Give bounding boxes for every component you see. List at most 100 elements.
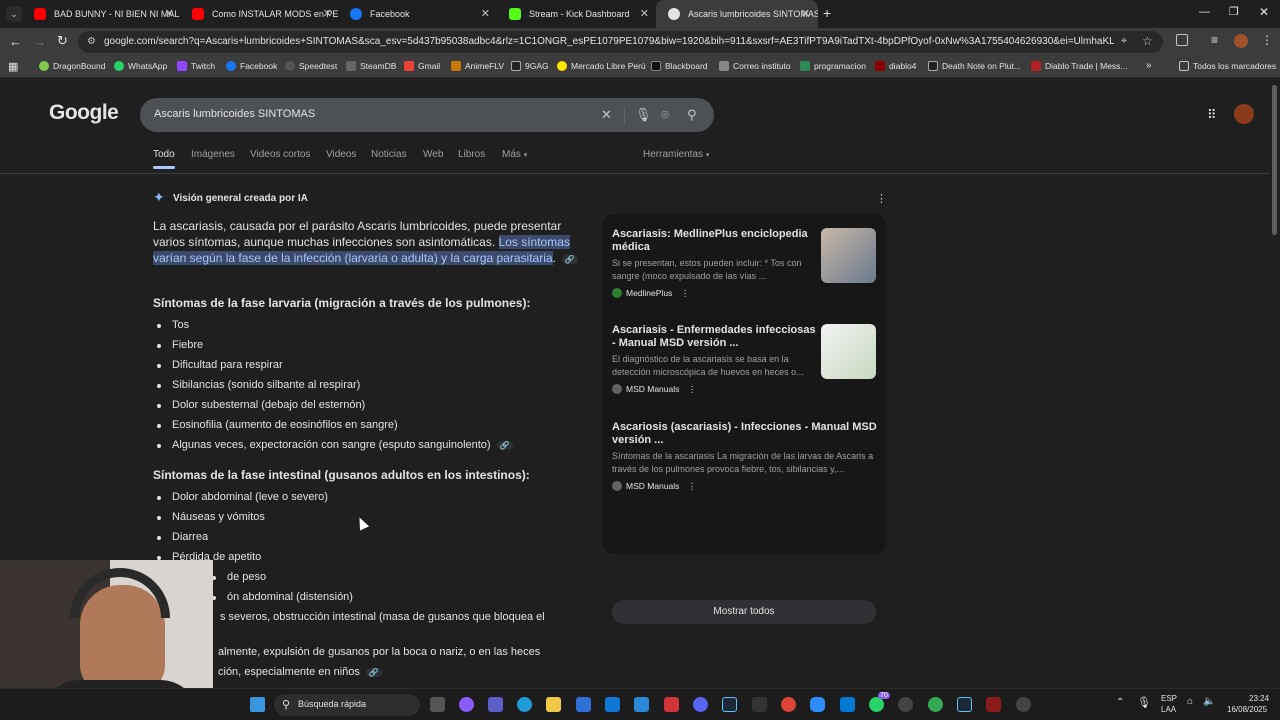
source-card-medlineplus[interactable]: Ascariasis: MedlinePlus enciclopedia méd… xyxy=(612,228,817,299)
vscode-icon[interactable] xyxy=(840,697,855,712)
source-title[interactable]: Ascariosis (ascariasis) - Infecciones - … xyxy=(612,421,877,447)
tray-chevron-icon[interactable]: ⌃ xyxy=(1116,697,1124,708)
tab-bad-bunny[interactable]: BAD BUNNY - NI BIEN NI MAL ✕ xyxy=(22,0,182,28)
scrollbar-thumb[interactable] xyxy=(1272,85,1277,235)
restore-button[interactable]: ❐ xyxy=(1229,5,1239,18)
network-icon[interactable]: ⌂ xyxy=(1187,696,1193,707)
lens-icon[interactable]: ⌾ xyxy=(661,107,669,123)
app-red-icon[interactable] xyxy=(664,697,679,712)
bookmark-speedtest[interactable]: Speedtest xyxy=(285,61,337,71)
all-bookmarks-folder[interactable]: Todos los marcadores xyxy=(1179,61,1276,71)
bookmark-9gag[interactable]: 9GAG xyxy=(511,61,549,71)
site-info-icon[interactable]: ⚙ xyxy=(87,36,96,47)
close-icon[interactable]: ✕ xyxy=(165,7,174,20)
tab-todo[interactable]: Todo xyxy=(153,149,175,160)
source-thumbnail-diagram[interactable] xyxy=(821,324,876,379)
edge-icon[interactable] xyxy=(517,697,532,712)
bookmark-star-icon[interactable]: ☆ xyxy=(1142,34,1153,48)
google-apps-icon[interactable]: ⠿ xyxy=(1207,107,1217,123)
tab-mods[interactable]: Como INSTALAR MODS en PE ✕ xyxy=(180,0,340,28)
close-icon[interactable]: ✕ xyxy=(640,7,649,20)
bookmark-diablo4[interactable]: diablo4 xyxy=(875,61,916,71)
bookmark-deathnote[interactable]: Death Note on Plut... xyxy=(928,61,1021,71)
tab-videos-cortos[interactable]: Videos cortos xyxy=(250,149,310,160)
source-title[interactable]: Ascariasis - Enfermedades infecciosas - … xyxy=(612,324,817,350)
tray-mic-icon[interactable]: 🎙 xyxy=(1137,696,1151,709)
outlook-icon[interactable] xyxy=(605,697,620,712)
source-card-msd-1[interactable]: Ascariasis - Enfermedades infecciosas - … xyxy=(612,324,817,395)
copilot-icon[interactable] xyxy=(459,697,474,712)
chrome-icon[interactable] xyxy=(781,697,796,712)
store-icon[interactable] xyxy=(576,697,591,712)
bookmark-whatsapp[interactable]: WhatsApp xyxy=(114,61,167,71)
link-icon[interactable]: 🔗 xyxy=(365,668,382,677)
tab-google-search[interactable]: Ascaris lumbricoides SINTOMAS ✕ xyxy=(656,0,818,28)
new-tab-button[interactable]: + xyxy=(823,5,831,21)
account-avatar[interactable] xyxy=(1234,104,1254,124)
reload-icon[interactable]: ↻ xyxy=(57,33,68,49)
file-explorer-icon[interactable] xyxy=(546,697,561,712)
more-options-icon[interactable]: ⋮ xyxy=(876,192,887,205)
tab-kick[interactable]: Stream - Kick Dashboard ✕ xyxy=(497,0,657,28)
forward-icon[interactable]: → xyxy=(33,34,46,49)
steam-icon[interactable] xyxy=(722,697,737,712)
windows-start-icon[interactable] xyxy=(250,697,265,712)
close-icon[interactable]: ✕ xyxy=(801,7,810,20)
app-g-icon[interactable] xyxy=(1016,697,1031,712)
bookmark-twitch[interactable]: Twitch xyxy=(177,61,215,71)
clock-time[interactable]: 23:24 xyxy=(1249,694,1269,703)
onedrive-icon[interactable] xyxy=(634,697,649,712)
bookmark-dragonbound[interactable]: DragonBound xyxy=(39,61,105,71)
window-close-button[interactable]: ✕ xyxy=(1259,5,1269,19)
tab-web[interactable]: Web xyxy=(423,149,443,160)
close-icon[interactable]: ✕ xyxy=(481,7,490,20)
more-bookmarks-icon[interactable]: » xyxy=(1146,60,1152,71)
microphone-icon[interactable]: 🎙 xyxy=(635,107,652,123)
obs-icon[interactable] xyxy=(986,697,1001,712)
media-icon[interactable]: ≡ xyxy=(1211,33,1218,47)
bookmark-facebook[interactable]: Facebook xyxy=(226,61,277,71)
whatsapp-icon[interactable] xyxy=(869,697,884,712)
keyboard-lang-2[interactable]: LAA xyxy=(1161,705,1176,714)
show-all-button[interactable]: Mostrar todos xyxy=(612,600,876,624)
google-logo[interactable]: Google xyxy=(49,101,119,125)
tab-mas[interactable]: Más ▾ xyxy=(502,149,527,160)
epic-games-icon[interactable] xyxy=(752,697,767,712)
search-input[interactable]: Ascaris lumbricoides SINTOMAS xyxy=(154,108,315,120)
bookmark-programacion[interactable]: programacion xyxy=(800,61,866,71)
bookmark-diablotrade[interactable]: Diablo Trade | Mess... xyxy=(1031,61,1128,71)
tools-button[interactable]: Herramientas ▾ xyxy=(643,149,709,160)
keyboard-lang[interactable]: ESP xyxy=(1161,694,1177,703)
clear-icon[interactable]: ✕ xyxy=(601,107,612,123)
page-scrollbar[interactable] xyxy=(1270,79,1280,688)
teams-icon[interactable] xyxy=(488,697,503,712)
app-icon[interactable] xyxy=(898,697,913,712)
profile-avatar[interactable] xyxy=(1234,34,1248,48)
menu-icon[interactable]: ⋮ xyxy=(1261,33,1273,47)
address-bar[interactable]: ⚙ google.com/search?q=Ascaris+lumbricoid… xyxy=(78,31,1163,53)
extensions-icon[interactable] xyxy=(1176,34,1188,46)
source-title[interactable]: Ascariasis: MedlinePlus enciclopedia méd… xyxy=(612,228,817,254)
bookmark-steamdb[interactable]: SteamDB xyxy=(346,61,396,71)
more-options-icon[interactable]: ⋮ xyxy=(688,384,697,394)
tab-libros[interactable]: Libros xyxy=(458,149,485,160)
tab-noticias[interactable]: Noticias xyxy=(371,149,407,160)
bookmark-blackboard[interactable]: Blackboard xyxy=(651,61,708,71)
tab-search-button[interactable]: ⌄ xyxy=(6,6,22,22)
tab-videos[interactable]: Videos xyxy=(326,149,356,160)
search-box[interactable]: Ascaris lumbricoides SINTOMAS ✕ 🎙 ⌾ ⚲ xyxy=(140,98,714,132)
more-options-icon[interactable]: ⋮ xyxy=(681,288,690,298)
link-icon[interactable]: 🔗 xyxy=(561,255,578,264)
bookmark-animeflv[interactable]: AnimeFLV xyxy=(451,61,504,71)
clock-date[interactable]: 16/08/2025 xyxy=(1227,705,1267,714)
apps-grid-icon[interactable]: ▦ xyxy=(8,60,18,73)
tab-imagenes[interactable]: Imágenes xyxy=(191,149,235,160)
source-thumbnail-image[interactable] xyxy=(821,228,876,283)
link-icon[interactable]: 🔗 xyxy=(496,441,513,450)
bookmark-gmail[interactable]: Gmail xyxy=(404,61,440,71)
source-card-msd-2[interactable]: Ascariosis (ascariasis) - Infecciones - … xyxy=(612,421,877,492)
location-icon[interactable]: ⌖ xyxy=(1121,35,1127,48)
more-options-icon[interactable]: ⋮ xyxy=(688,481,697,491)
search-icon[interactable]: ⚲ xyxy=(687,107,697,123)
bookmark-correo[interactable]: Correo instituto xyxy=(719,61,791,71)
